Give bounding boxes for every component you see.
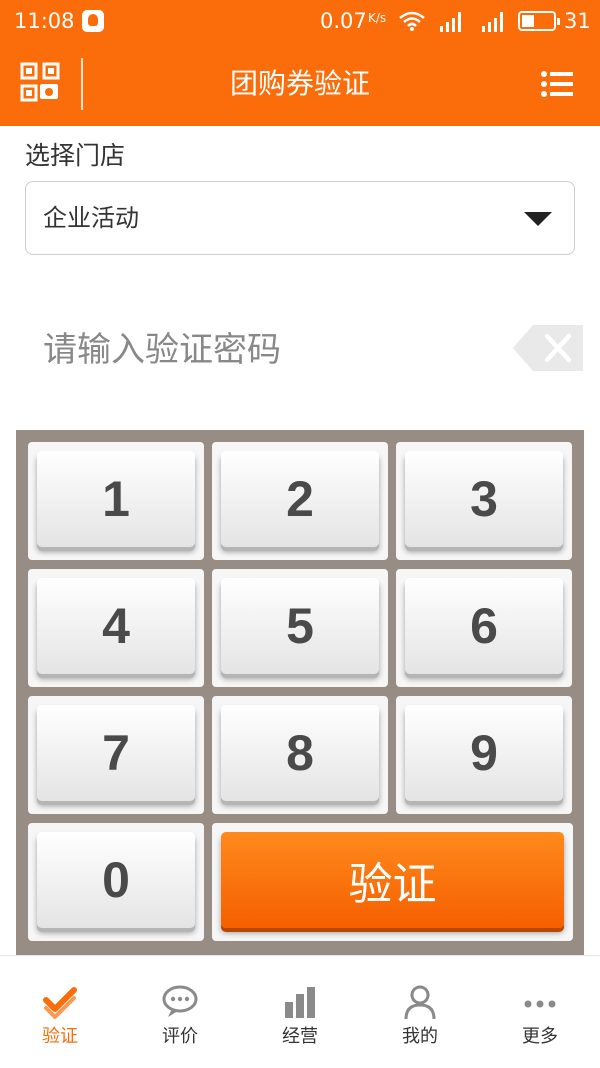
- tab-label: 经营: [282, 1026, 318, 1047]
- signal-icon: [482, 12, 503, 32]
- wifi-icon: [399, 11, 425, 31]
- backspace-icon[interactable]: [513, 325, 583, 371]
- menu-icon[interactable]: [541, 70, 573, 98]
- more-icon: [524, 1000, 556, 1008]
- store-dropdown[interactable]: 企业活动: [25, 181, 575, 255]
- qq-notification-icon: [82, 10, 104, 32]
- tab-label: 更多: [522, 1026, 558, 1047]
- verify-button[interactable]: 验证: [212, 823, 573, 941]
- tab-label: 我的: [402, 1026, 438, 1047]
- page-title: 团购券验证: [229, 67, 370, 100]
- tab-more[interactable]: 更多: [480, 956, 600, 1068]
- signal-4g-icon: [440, 12, 461, 32]
- store-selected-value: 企业活动: [43, 204, 139, 232]
- numeric-keypad: 1 2 3 4 5 6 7 8 9 0 验证: [16, 430, 584, 955]
- tab-label: 评价: [162, 1026, 198, 1047]
- qr-scan-icon[interactable]: [20, 62, 60, 102]
- key-8[interactable]: 8: [212, 696, 388, 814]
- status-bar: 11:08 0.07 K/s 31: [0, 0, 600, 44]
- key-1[interactable]: 1: [28, 442, 204, 560]
- tab-business[interactable]: 经营: [240, 956, 360, 1068]
- comment-icon: [162, 985, 198, 1017]
- verify-icon: [43, 987, 77, 1019]
- key-4[interactable]: 4: [28, 569, 204, 687]
- key-0[interactable]: 0: [28, 823, 204, 941]
- tab-label: 验证: [42, 1026, 78, 1047]
- battery-level: 31: [564, 9, 591, 33]
- verify-code-input[interactable]: [25, 310, 495, 390]
- user-icon: [404, 985, 436, 1020]
- network-speed: 0.07: [320, 9, 367, 33]
- network-speed-unit: K/s: [368, 11, 387, 25]
- key-2[interactable]: 2: [212, 442, 388, 560]
- dropdown-caret-icon: [524, 212, 552, 226]
- tab-comment[interactable]: 评价: [120, 956, 240, 1068]
- bottom-tab-bar: 验证 评价 经营 我的 更多: [0, 955, 600, 1067]
- status-time: 11:08: [14, 9, 75, 33]
- key-9[interactable]: 9: [396, 696, 572, 814]
- bar-chart-icon: [285, 987, 315, 1018]
- key-6[interactable]: 6: [396, 569, 572, 687]
- key-3[interactable]: 3: [396, 442, 572, 560]
- key-7[interactable]: 7: [28, 696, 204, 814]
- tab-verify[interactable]: 验证: [0, 956, 120, 1068]
- battery-icon: [518, 11, 560, 31]
- key-5[interactable]: 5: [212, 569, 388, 687]
- header-divider: [81, 58, 83, 110]
- tab-mine[interactable]: 我的: [360, 956, 480, 1068]
- store-label: 选择门店: [25, 141, 126, 170]
- app-header: 团购券验证: [0, 44, 600, 126]
